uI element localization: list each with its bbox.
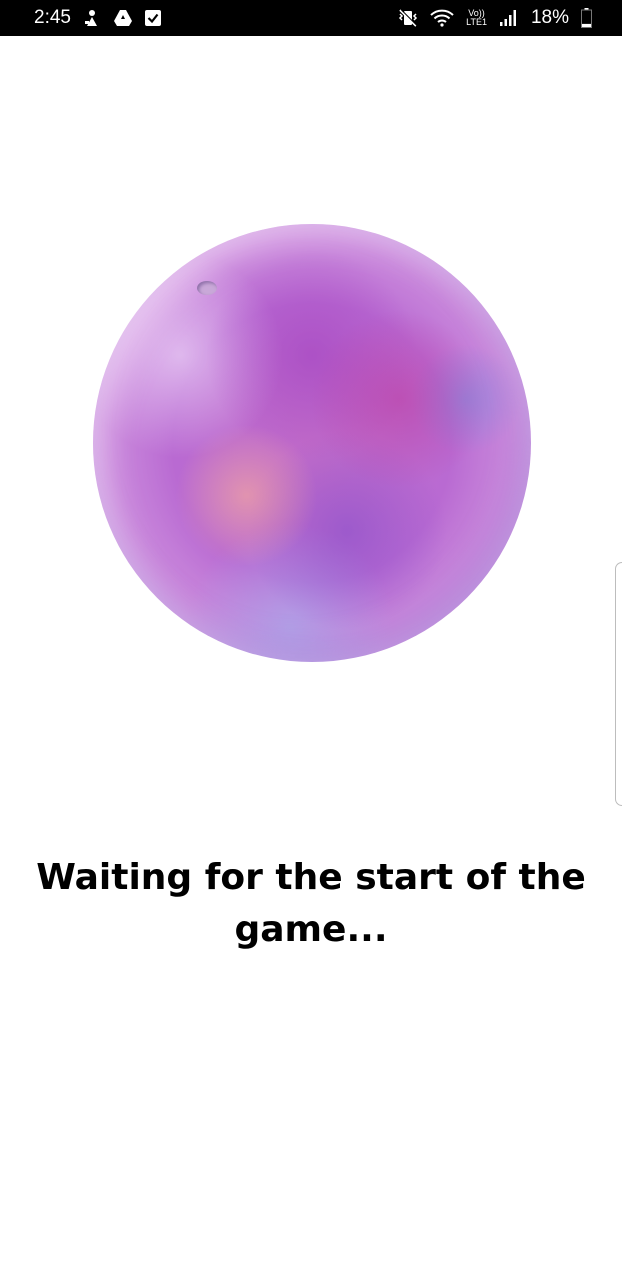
checkbox-notification-icon <box>144 10 161 26</box>
battery-percent: 18% <box>530 7 569 28</box>
status-bar-right: Vo)) LTE1 18% <box>398 7 592 29</box>
edge-panel-handle[interactable] <box>615 562 622 806</box>
signal-icon <box>499 9 519 27</box>
status-bar-left: 2:45 <box>34 7 161 29</box>
waiting-status-text: Waiting for the start of the game... <box>36 857 586 950</box>
mute-vibrate-icon <box>398 9 418 27</box>
status-bar: 2:45 Vo)) LTE1 18% <box>0 0 622 36</box>
planet-sphere <box>93 224 531 662</box>
battery-icon <box>581 8 592 28</box>
person-download-icon <box>83 9 101 27</box>
planet-crater <box>197 281 217 295</box>
drive-icon <box>113 9 133 27</box>
lte-label: LTE1 <box>466 17 487 27</box>
planet-image <box>93 224 531 662</box>
volte-lte-icon: Vo)) LTE1 <box>466 9 487 27</box>
wifi-icon <box>430 9 454 27</box>
status-time: 2:45 <box>34 7 71 28</box>
